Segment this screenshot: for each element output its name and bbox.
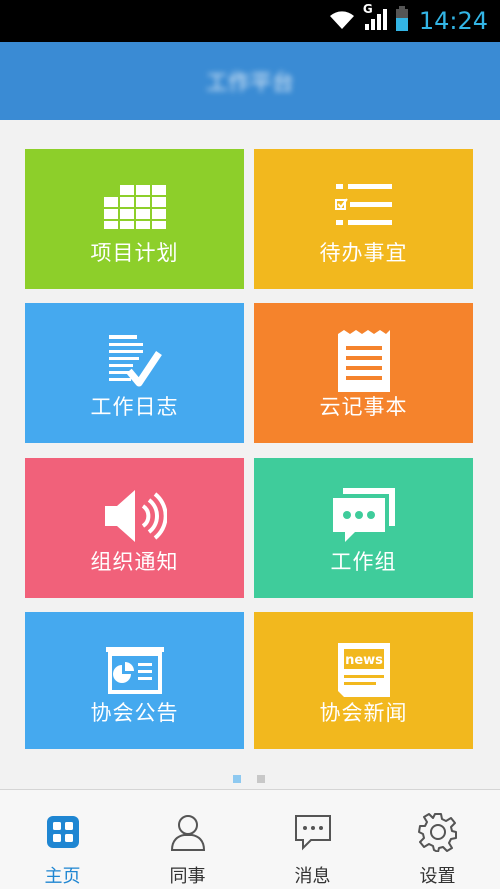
bottom-nav: 主页 同事 消息 设置 xyxy=(0,789,500,889)
grid-table-icon xyxy=(25,171,244,243)
battery-icon xyxy=(395,6,409,36)
message-icon xyxy=(293,810,333,854)
tile-association-announcement[interactable]: 协会公告 xyxy=(25,612,244,749)
home-grid-icon xyxy=(46,810,80,854)
tile-association-news[interactable]: news 协会新闻 xyxy=(254,612,473,749)
tile-org-notice[interactable]: 组织通知 xyxy=(25,458,244,598)
nav-home[interactable]: 主页 xyxy=(0,790,125,889)
speaker-icon xyxy=(25,480,244,552)
person-icon xyxy=(168,810,208,854)
status-time: 14:24 xyxy=(418,7,488,35)
notepad-icon xyxy=(254,325,473,397)
tile-project-plan[interactable]: 项目计划 xyxy=(25,149,244,289)
page-dot[interactable] xyxy=(257,775,265,783)
checklist-icon xyxy=(254,171,473,243)
nav-settings[interactable]: 设置 xyxy=(375,790,500,889)
wifi-icon xyxy=(327,7,357,35)
nav-label: 同事 xyxy=(169,866,206,887)
tile-work-log[interactable]: 工作日志 xyxy=(25,303,244,443)
chat-bubbles-icon xyxy=(254,480,473,552)
status-bar: G 14:24 xyxy=(0,0,500,42)
nav-label: 设置 xyxy=(419,866,456,887)
gear-icon xyxy=(417,810,458,854)
network-type-label: G xyxy=(362,2,373,16)
status-icons: G xyxy=(327,2,409,36)
tile-todo[interactable]: 待办事宜 xyxy=(254,149,473,289)
nav-messages[interactable]: 消息 xyxy=(250,790,375,889)
page-title: 工作平台 xyxy=(205,71,294,96)
tile-cloud-notepad[interactable]: 云记事本 xyxy=(254,303,473,443)
nav-label: 主页 xyxy=(44,866,81,887)
app-header: 工作平台 xyxy=(0,42,500,120)
signal-icon: G xyxy=(363,2,389,36)
tile-work-group[interactable]: 工作组 xyxy=(254,458,473,598)
page-dot-active[interactable] xyxy=(233,775,241,783)
log-check-icon xyxy=(25,325,244,397)
nav-label: 消息 xyxy=(294,866,331,887)
news-icon-text: news xyxy=(345,653,383,668)
announcement-board-icon xyxy=(25,634,244,706)
nav-colleagues[interactable]: 同事 xyxy=(125,790,250,889)
news-icon: news xyxy=(254,634,473,706)
